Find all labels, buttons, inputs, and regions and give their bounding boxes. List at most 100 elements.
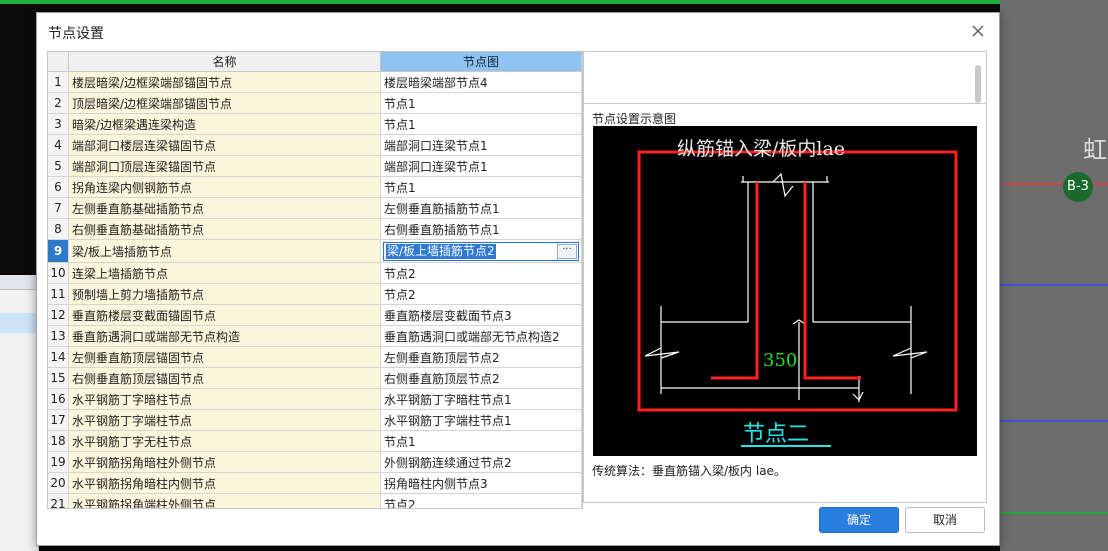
table-row[interactable]: 18 水平钢筋丁字无柱节点 节点1	[48, 430, 582, 452]
node-diagram-cell[interactable]: 节点1	[380, 176, 582, 198]
row-number[interactable]: 17	[48, 409, 69, 431]
table-row[interactable]: 14 左侧垂直筋顶层锚固节点 左侧垂直筋顶层节点2	[48, 346, 582, 368]
node-name-cell[interactable]: 水平钢筋拐角暗柱外侧节点	[68, 451, 381, 473]
dimension-label: 350	[763, 350, 797, 371]
row-number[interactable]: 16	[48, 388, 69, 410]
table-row[interactable]: 13 垂直筋遇洞口或端部无节点构造 垂直筋遇洞口或端部无节点构造2	[48, 325, 582, 347]
row-number[interactable]: 12	[48, 304, 69, 326]
table-row[interactable]: 5 端部洞口顶层连梁锚固节点 端部洞口连梁节点1	[48, 155, 582, 177]
node-name-cell[interactable]: 拐角连梁内侧钢筋节点	[68, 176, 381, 198]
table-row[interactable]: 17 水平钢筋丁字端柱节点 水平钢筋丁字端柱节点1	[48, 409, 582, 431]
preview-description: 传统算法：垂直筋锚入梁/板内 lae。	[592, 464, 786, 478]
row-number[interactable]: 7	[48, 197, 69, 219]
node-name-cell[interactable]: 水平钢筋拐角暗柱内侧节点	[68, 472, 381, 494]
node-diagram-cell[interactable]: 楼层暗梁端部节点4	[380, 71, 582, 93]
grid-line	[1000, 512, 1108, 514]
table-row[interactable]: 11 预制墙上剪力墙插筋节点 节点2	[48, 283, 582, 305]
row-number[interactable]: 13	[48, 325, 69, 347]
table-row[interactable]: 21 水平钢筋拐角端柱外侧节点 节点2	[48, 493, 582, 508]
node-diagram-cell[interactable]: 端部洞口连梁节点1	[380, 134, 582, 156]
table-row[interactable]: 3 暗梁/边框梁遇连梁构造 节点1	[48, 113, 582, 135]
node-diagram-cell[interactable]: 右侧垂直筋顶层节点2	[380, 367, 582, 389]
scrollbar-thumb[interactable]	[975, 65, 981, 103]
column-header-node[interactable]: 节点图	[380, 52, 582, 72]
node-diagram-cell[interactable]: 梁/板上墙插筋节点2 ···	[380, 239, 582, 263]
table-row[interactable]: 4 端部洞口楼层连梁锚固节点 端部洞口连梁节点1	[48, 134, 582, 156]
row-number[interactable]: 11	[48, 283, 69, 305]
table-row[interactable]: 2 顶层暗梁/边框梁端部锚固节点 节点1	[48, 92, 582, 114]
table-row[interactable]: 9 梁/板上墙插筋节点 梁/板上墙插筋节点2 ···	[48, 239, 582, 263]
row-number[interactable]: 4	[48, 134, 69, 156]
node-name-cell[interactable]: 顶层暗梁/边框梁端部锚固节点	[68, 92, 381, 114]
node-name-cell[interactable]: 水平钢筋丁字无柱节点	[68, 430, 381, 452]
table-header-row: 名称 节点图	[48, 52, 582, 72]
node-name-cell[interactable]: 端部洞口楼层连梁锚固节点	[68, 134, 381, 156]
node-diagram-cell[interactable]: 左侧垂直筋顶层节点2	[380, 346, 582, 368]
node-diagram-editor-value[interactable]: 梁/板上墙插筋节点2	[386, 243, 496, 259]
node-diagram-cell[interactable]: 节点2	[380, 262, 582, 284]
node-diagram-cell[interactable]: 拐角暗柱内侧节点3	[380, 472, 582, 494]
node-name-cell[interactable]: 楼层暗梁/边框梁端部锚固节点	[68, 71, 381, 93]
row-number[interactable]: 10	[48, 262, 69, 284]
node-diagram-cell[interactable]: 节点2	[380, 493, 582, 508]
node-name-cell[interactable]: 左侧垂直筋顶层锚固节点	[68, 346, 381, 368]
ok-button[interactable]: 确定	[819, 507, 899, 533]
row-number[interactable]: 1	[48, 71, 69, 93]
row-number[interactable]: 2	[48, 92, 69, 114]
node-diagram-cell[interactable]: 水平钢筋丁字暗柱节点1	[380, 388, 582, 410]
row-number[interactable]: 14	[48, 346, 69, 368]
row-number[interactable]: 6	[48, 176, 69, 198]
diagram-title: 纵筋锚入梁/板内lae	[677, 138, 845, 160]
table-row[interactable]: 12 垂直筋楼层变截面锚固节点 垂直筋楼层变截面节点3	[48, 304, 582, 326]
node-name-cell[interactable]: 垂直筋楼层变截面锚固节点	[68, 304, 381, 326]
table-row[interactable]: 8 右侧垂直筋基础插筋节点 右侧垂直筋插筋节点1	[48, 218, 582, 240]
table-row[interactable]: 6 拐角连梁内侧钢筋节点 节点1	[48, 176, 582, 198]
node-name-cell[interactable]: 暗梁/边框梁遇连梁构造	[68, 113, 381, 135]
node-diagram-cell[interactable]: 节点1	[380, 113, 582, 135]
node-name-cell[interactable]: 水平钢筋丁字端柱节点	[68, 409, 381, 431]
node-name-cell[interactable]: 水平钢筋拐角端柱外侧节点	[68, 493, 381, 508]
row-number[interactable]: 8	[48, 218, 69, 240]
row-number[interactable]: 20	[48, 472, 69, 494]
table-row[interactable]: 15 右侧垂直筋顶层锚固节点 右侧垂直筋顶层节点2	[48, 367, 582, 389]
node-diagram-editor[interactable]: 梁/板上墙插筋节点2 ···	[383, 241, 579, 261]
node-name-cell[interactable]: 预制墙上剪力墙插筋节点	[68, 283, 381, 305]
more-options-button[interactable]: ···	[557, 243, 577, 259]
node-diagram-cell[interactable]: 左侧垂直筋插筋节点1	[380, 197, 582, 219]
table-row[interactable]: 19 水平钢筋拐角暗柱外侧节点 外侧钢筋连续通过节点2	[48, 451, 582, 473]
table-row[interactable]: 10 连梁上墙插筋节点 节点2	[48, 262, 582, 284]
row-number[interactable]: 15	[48, 367, 69, 389]
node-diagram-cell[interactable]: 节点1	[380, 430, 582, 452]
row-number[interactable]: 3	[48, 113, 69, 135]
row-number[interactable]: 9	[48, 239, 69, 263]
node-name-cell[interactable]: 连梁上墙插筋节点	[68, 262, 381, 284]
row-number[interactable]: 19	[48, 451, 69, 473]
axis-label: 虹	[1083, 136, 1107, 164]
node-diagram-cell[interactable]: 外侧钢筋连续通过节点2	[380, 451, 582, 473]
node-name-cell[interactable]: 右侧垂直筋顶层锚固节点	[68, 367, 381, 389]
row-number[interactable]: 5	[48, 155, 69, 177]
node-diagram-cell[interactable]: 端部洞口连梁节点1	[380, 155, 582, 177]
node-name-cell[interactable]: 右侧垂直筋基础插筋节点	[68, 218, 381, 240]
table-row[interactable]: 16 水平钢筋丁字暗柱节点 水平钢筋丁字暗柱节点1	[48, 388, 582, 410]
column-header-name[interactable]: 名称	[68, 52, 381, 72]
cancel-button[interactable]: 取消	[905, 507, 985, 533]
node-diagram-cell[interactable]: 垂直筋遇洞口或端部无节点构造2	[380, 325, 582, 347]
node-name-cell[interactable]: 水平钢筋丁字暗柱节点	[68, 388, 381, 410]
node-diagram-cell[interactable]: 右侧垂直筋插筋节点1	[380, 218, 582, 240]
node-name-cell[interactable]: 左侧垂直筋基础插筋节点	[68, 197, 381, 219]
node-diagram-svg: 纵筋锚入梁/板内lae 350 节点二	[637, 138, 958, 447]
table-row[interactable]: 7 左侧垂直筋基础插筋节点 左侧垂直筋插筋节点1	[48, 197, 582, 219]
row-number[interactable]: 21	[48, 493, 69, 508]
close-button[interactable]	[967, 20, 989, 42]
node-name-cell[interactable]: 梁/板上墙插筋节点	[68, 239, 381, 263]
node-diagram-cell[interactable]: 节点1	[380, 92, 582, 114]
node-diagram-cell[interactable]: 垂直筋楼层变截面节点3	[380, 304, 582, 326]
row-number[interactable]: 18	[48, 430, 69, 452]
node-diagram-cell[interactable]: 水平钢筋丁字端柱节点1	[380, 409, 582, 431]
node-diagram-cell[interactable]: 节点2	[380, 283, 582, 305]
node-name-cell[interactable]: 垂直筋遇洞口或端部无节点构造	[68, 325, 381, 347]
node-name-cell[interactable]: 端部洞口顶层连梁锚固节点	[68, 155, 381, 177]
table-row[interactable]: 20 水平钢筋拐角暗柱内侧节点 拐角暗柱内侧节点3	[48, 472, 582, 494]
table-row[interactable]: 1 楼层暗梁/边框梁端部锚固节点 楼层暗梁端部节点4	[48, 71, 582, 93]
